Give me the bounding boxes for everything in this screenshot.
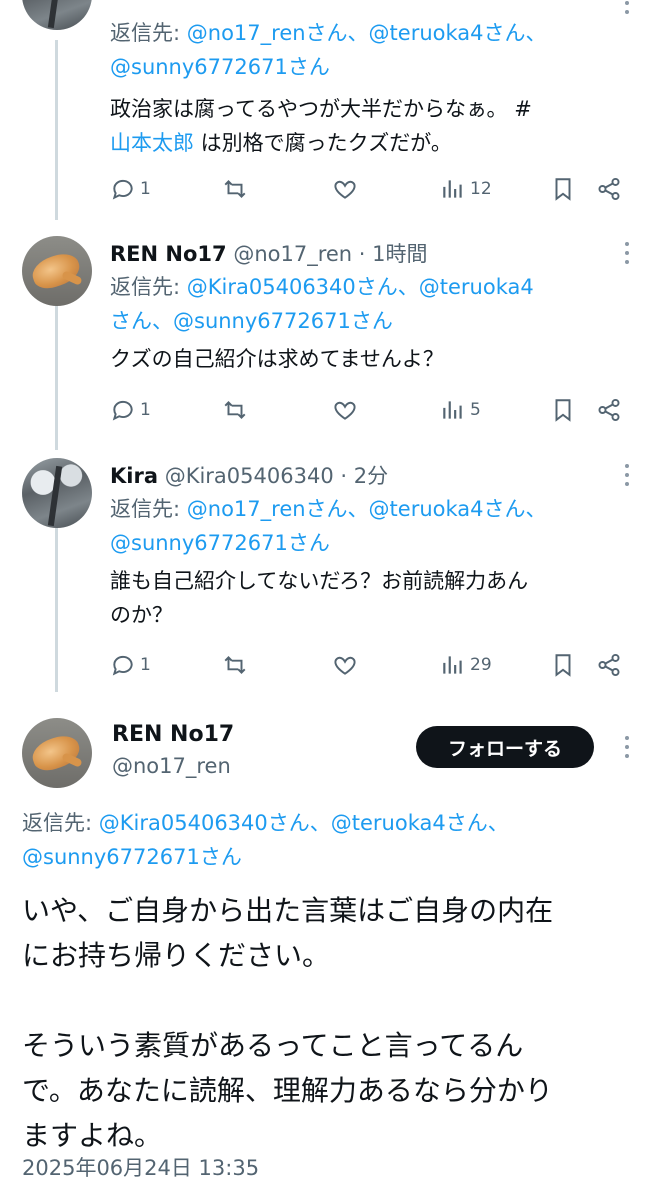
tweet-text-line: にお持ち帰りください。 xyxy=(22,939,331,972)
more-options-icon[interactable] xyxy=(624,736,630,758)
tweet-text-line: 誰も自己紹介してないだろ？お前読解力あん xyxy=(110,569,529,593)
tweet-text: クズの自己紹介は求めてませんよ？ xyxy=(110,347,444,371)
tweet-text-line: 政治家は腐ってるやつが大半だからなぁ。 # xyxy=(110,97,532,121)
reply-mentions[interactable]: @Kira05406340さん、@teruoka4 xyxy=(187,275,534,299)
display-name[interactable]: REN No17 xyxy=(112,722,234,747)
avatar[interactable] xyxy=(22,458,92,528)
action-bar: 1 29 xyxy=(110,650,630,680)
views-button[interactable]: 29 xyxy=(440,650,492,680)
user-handle[interactable]: @no17_ren xyxy=(112,754,231,778)
reply-mentions[interactable]: @sunny6772671さん xyxy=(110,531,330,555)
share-icon xyxy=(598,398,620,422)
avatar[interactable] xyxy=(22,718,92,788)
bookmark-button[interactable] xyxy=(550,174,576,204)
heart-icon xyxy=(334,656,356,675)
view-count: 5 xyxy=(470,400,481,420)
retweet-icon xyxy=(224,401,246,419)
tweet-text-line: いや、ご自身から出た言葉はご自身の内在 xyxy=(22,894,554,927)
retweet-button[interactable] xyxy=(222,395,248,425)
views-button[interactable]: 12 xyxy=(440,174,492,204)
reply-icon xyxy=(112,400,133,421)
user-handle[interactable]: @Kira05406340 xyxy=(165,464,334,488)
reply-mentions[interactable]: @Kira05406340さん、@teruoka4さん、 xyxy=(99,811,509,835)
tweet-header: REN No17 @no17_ren · 1時間 xyxy=(110,238,428,268)
tweet-text-line: そういう素質があるってこと言ってるん xyxy=(22,1029,524,1062)
reply-button[interactable]: 1 xyxy=(110,174,151,204)
bookmark-icon xyxy=(555,178,571,201)
views-icon xyxy=(443,656,462,674)
reply-mentions[interactable]: @no17_renさん、@teruoka4さん、 xyxy=(187,21,547,45)
reply-mentions[interactable]: @no17_renさん、@teruoka4さん、 xyxy=(187,497,547,521)
view-count: 12 xyxy=(470,179,492,199)
share-icon xyxy=(598,653,620,677)
retweet-button[interactable] xyxy=(222,650,248,680)
reply-mentions[interactable]: さん、@sunny6772671さん xyxy=(110,309,393,333)
reply-count: 1 xyxy=(140,400,151,420)
more-options-icon[interactable] xyxy=(624,464,630,486)
reply-to-line: 返信先: @Kira05406340さん、@teruoka4 さん、@sunny… xyxy=(110,270,640,338)
tweet-text-line xyxy=(22,978,642,1023)
share-button[interactable] xyxy=(596,395,622,425)
like-button[interactable] xyxy=(332,395,358,425)
reply-count: 1 xyxy=(140,655,151,675)
reply-to-prefix: 返信先: xyxy=(110,21,187,45)
reply-icon xyxy=(112,655,133,676)
views-icon xyxy=(443,180,462,198)
tweet-time[interactable]: · 1時間 xyxy=(352,242,428,266)
reply-mentions[interactable]: @sunny6772671さん xyxy=(110,55,330,79)
action-bar: 1 5 xyxy=(110,395,630,425)
retweet-button[interactable] xyxy=(222,174,248,204)
tweet-text-line: のか？ xyxy=(110,603,173,627)
bookmark-button[interactable] xyxy=(550,395,576,425)
views-icon xyxy=(443,401,462,419)
bookmark-icon xyxy=(555,399,571,422)
more-options-icon[interactable] xyxy=(624,242,630,264)
more-options-icon[interactable] xyxy=(624,0,630,14)
reply-to-line: 返信先: @no17_renさん、@teruoka4さん、 @sunny6772… xyxy=(110,492,640,560)
like-button[interactable] xyxy=(332,174,358,204)
reply-icon xyxy=(112,179,133,200)
bookmark-icon xyxy=(555,654,571,677)
tweet-text: 誰も自己紹介してないだろ？お前読解力あん のか？ xyxy=(110,564,640,632)
reply-to-line: 返信先: @Kira05406340さん、@teruoka4さん、 @sunny… xyxy=(22,806,642,874)
view-count: 29 xyxy=(470,655,492,675)
main-tweet-text: いや、ご自身から出た言葉はご自身の内在 にお持ち帰りください。 そういう素質があ… xyxy=(22,888,642,1158)
avatar[interactable] xyxy=(22,0,92,30)
action-bar: 1 12 xyxy=(110,174,630,204)
follow-button[interactable]: フォローする xyxy=(416,726,594,768)
bookmark-button[interactable] xyxy=(550,650,576,680)
share-icon xyxy=(598,177,620,201)
avatar[interactable] xyxy=(22,236,92,306)
thread-line xyxy=(55,40,58,220)
like-button[interactable] xyxy=(332,650,358,680)
reply-to-line: 返信先: @no17_renさん、@teruoka4さん、 @sunny6772… xyxy=(110,16,640,84)
thread-line xyxy=(55,522,58,692)
retweet-icon xyxy=(224,656,246,674)
hashtag-link[interactable]: 山本太郎 xyxy=(110,131,194,155)
tweet-text-line: で。あなたに読解、理解力あるなら分かり xyxy=(22,1074,553,1107)
share-button[interactable] xyxy=(596,650,622,680)
reply-count: 1 xyxy=(140,179,151,199)
tweet-text-line: は別格で腐ったクズだが。 xyxy=(194,131,452,155)
share-button[interactable] xyxy=(596,174,622,204)
thread-line xyxy=(55,300,58,450)
heart-icon xyxy=(334,401,356,420)
views-button[interactable]: 5 xyxy=(440,395,481,425)
tweet-timestamp[interactable]: 2025年06月24日 13:35 xyxy=(22,1152,259,1182)
reply-button[interactable]: 1 xyxy=(110,650,151,680)
retweet-icon xyxy=(224,180,246,198)
user-handle[interactable]: @no17_ren xyxy=(233,242,352,266)
reply-mentions[interactable]: @sunny6772671さん xyxy=(22,845,242,869)
reply-to-prefix: 返信先: xyxy=(22,811,99,835)
heart-icon xyxy=(334,180,356,199)
reply-button[interactable]: 1 xyxy=(110,395,151,425)
reply-to-prefix: 返信先: xyxy=(110,275,187,299)
display-name[interactable]: REN No17 xyxy=(110,242,227,266)
display-name[interactable]: Kira xyxy=(110,464,158,488)
reply-to-prefix: 返信先: xyxy=(110,497,187,521)
tweet-time[interactable]: · 2分 xyxy=(334,464,388,488)
tweet-header: Kira @Kira05406340 · 2分 xyxy=(110,460,388,490)
tweet-text: 政治家は腐ってるやつが大半だからなぁ。 # 山本太郎 は別格で腐ったクズだが。 xyxy=(110,92,640,160)
